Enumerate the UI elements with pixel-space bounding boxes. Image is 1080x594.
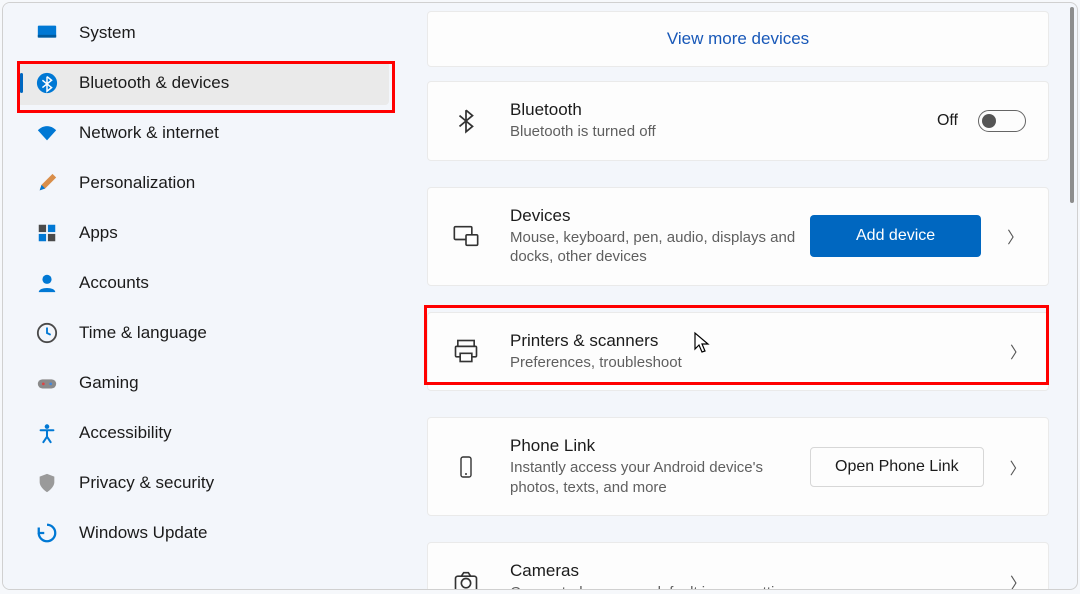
sidebar-item-system[interactable]: System [17, 11, 389, 55]
settings-content: View more devices Bluetooth Bluetooth is… [395, 3, 1077, 589]
bluetooth-icon [35, 71, 59, 95]
sidebar-item-label: Time & language [79, 323, 207, 343]
system-icon [35, 21, 59, 45]
sidebar-item-label: Accounts [79, 273, 149, 293]
card-subtitle: Preferences, troubleshoot [510, 353, 1004, 373]
sidebar-item-label: Bluetooth & devices [79, 73, 229, 93]
sidebar-item-label: Network & internet [79, 123, 219, 143]
bluetooth-icon [450, 108, 482, 134]
card-title: Printers & scanners [510, 331, 1004, 351]
settings-sidebar: System Bluetooth & devices Network & int… [3, 3, 395, 589]
add-device-button[interactable]: Add device [810, 215, 981, 257]
chevron-right-icon: 〉 [1010, 339, 1026, 363]
sidebar-item-bluetooth-devices[interactable]: Bluetooth & devices [17, 61, 389, 105]
paintbrush-icon [35, 171, 59, 195]
sidebar-item-personalization[interactable]: Personalization [17, 161, 389, 205]
sidebar-item-label: Privacy & security [79, 473, 214, 493]
printer-icon [450, 337, 482, 365]
sidebar-item-label: Personalization [79, 173, 195, 193]
sidebar-item-windows-update[interactable]: Windows Update [17, 511, 389, 555]
sidebar-item-network[interactable]: Network & internet [17, 111, 389, 155]
sidebar-item-label: System [79, 23, 136, 43]
phone-icon [450, 453, 482, 481]
toggle-state-label: Off [937, 112, 958, 130]
view-more-label: View more devices [667, 29, 809, 49]
sidebar-item-label: Gaming [79, 373, 139, 393]
devices-card[interactable]: Devices Mouse, keyboard, pen, audio, dis… [427, 187, 1049, 286]
apps-icon [35, 221, 59, 245]
sidebar-item-label: Windows Update [79, 523, 208, 543]
devices-icon [450, 222, 482, 250]
scrollbar-thumb[interactable] [1070, 7, 1074, 203]
sidebar-item-accessibility[interactable]: Accessibility [17, 411, 389, 455]
sidebar-item-label: Accessibility [79, 423, 172, 443]
view-more-devices-link[interactable]: View more devices [427, 11, 1049, 67]
accessibility-icon [35, 421, 59, 445]
card-title: Bluetooth [510, 100, 937, 120]
card-title: Devices [510, 206, 810, 226]
card-subtitle: Instantly access your Android device's p… [510, 458, 810, 497]
chevron-right-icon: 〉 [1010, 570, 1026, 589]
shield-icon [35, 471, 59, 495]
sidebar-item-accounts[interactable]: Accounts [17, 261, 389, 305]
wifi-icon [35, 121, 59, 145]
sidebar-item-apps[interactable]: Apps [17, 211, 389, 255]
card-subtitle: Connected cameras, default image setting… [510, 583, 1004, 589]
chevron-right-icon: 〉 [1007, 224, 1023, 248]
update-icon [35, 521, 59, 545]
chevron-right-icon: 〉 [1010, 455, 1026, 479]
accounts-icon [35, 271, 59, 295]
card-subtitle: Bluetooth is turned off [510, 122, 937, 142]
camera-icon [450, 568, 482, 589]
gaming-icon [35, 371, 59, 395]
sidebar-item-label: Apps [79, 223, 118, 243]
sidebar-item-gaming[interactable]: Gaming [17, 361, 389, 405]
cameras-card[interactable]: Cameras Connected cameras, default image… [427, 542, 1049, 589]
card-title: Phone Link [510, 436, 810, 456]
phone-link-card[interactable]: Phone Link Instantly access your Android… [427, 417, 1049, 516]
clock-icon [35, 321, 59, 345]
card-title: Cameras [510, 561, 1004, 581]
bluetooth-toggle[interactable] [978, 110, 1026, 132]
sidebar-item-privacy[interactable]: Privacy & security [17, 461, 389, 505]
bluetooth-card[interactable]: Bluetooth Bluetooth is turned off Off [427, 81, 1049, 161]
open-phone-link-button[interactable]: Open Phone Link [810, 447, 984, 487]
card-subtitle: Mouse, keyboard, pen, audio, displays an… [510, 228, 810, 267]
printers-scanners-card[interactable]: Printers & scanners Preferences, trouble… [427, 312, 1049, 392]
sidebar-item-time-language[interactable]: Time & language [17, 311, 389, 355]
